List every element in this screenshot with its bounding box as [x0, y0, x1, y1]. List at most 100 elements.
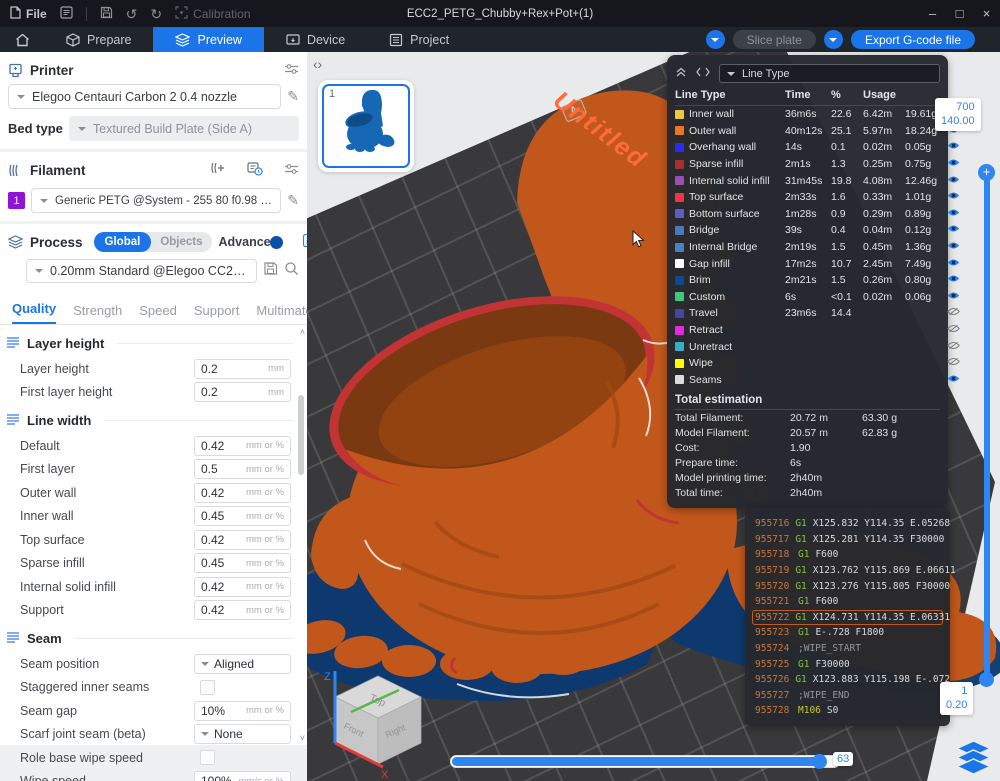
layer-slider-bottom-handle[interactable]: [979, 672, 994, 687]
param-tab-multimaterial[interactable]: Multimaterial: [256, 303, 307, 324]
process-preset-select[interactable]: 0.20mm Standard @Elegoo CC2 0.4 ...: [26, 259, 257, 283]
printer-select[interactable]: Elegoo Centauri Carbon 2 0.4 nozzle: [8, 84, 282, 109]
notes-icon[interactable]: [60, 5, 73, 22]
edit-filament-icon[interactable]: ✎: [287, 192, 299, 209]
scrollbar-thumb[interactable]: [298, 395, 304, 475]
parameter-table-icon[interactable]: [302, 233, 307, 251]
param-input[interactable]: 0.45 mm or %: [194, 553, 291, 574]
filament-select[interactable]: Generic PETG @System - 255 80 f0.98 MVS1…: [31, 188, 282, 213]
param-input[interactable]: 100% mm/s or %: [194, 771, 291, 781]
gcode-line[interactable]: 955722 G1 X124.731 Y114.35 E.06331: [752, 609, 950, 626]
search-presets-icon[interactable]: [284, 261, 299, 281]
visibility-on-icon[interactable]: [947, 141, 965, 153]
collapse-plate-list-icon[interactable]: ‹ ›: [313, 56, 322, 72]
tab-preview[interactable]: Preview: [153, 27, 264, 52]
gcode-line[interactable]: 955718 G1 F600: [752, 547, 943, 563]
visibility-on-icon[interactable]: [947, 374, 965, 386]
calibration-menu[interactable]: Calibration: [175, 5, 251, 22]
home-button[interactable]: [0, 27, 44, 52]
viewport-3d[interactable]: A Untitled ‹ › 1 Line Type Line Type Tim…: [307, 52, 1000, 781]
save-preset-icon[interactable]: [263, 261, 278, 281]
param-select[interactable]: Aligned: [194, 653, 291, 674]
layers-view-icon[interactable]: [955, 740, 992, 779]
bed-type-select[interactable]: Textured Build Plate (Side A): [68, 116, 299, 141]
gcode-line[interactable]: 955723 G1 E-.728 F1800: [752, 625, 943, 641]
gcode-line[interactable]: 955726 G1 X123.883 Y115.198 E-.072: [752, 672, 950, 688]
move-slider-handle[interactable]: [812, 754, 827, 769]
visibility-on-icon[interactable]: [947, 191, 965, 203]
edit-printer-icon[interactable]: ✎: [287, 88, 299, 105]
layer-slider-top-handle[interactable]: +: [978, 164, 995, 181]
param-select[interactable]: None: [194, 724, 291, 745]
visibility-on-icon[interactable]: [947, 241, 965, 253]
visibility-on-icon[interactable]: [947, 224, 965, 236]
export-options-chevron[interactable]: [823, 30, 843, 49]
maximize-button[interactable]: □: [946, 0, 973, 27]
view-mode-select[interactable]: Line Type: [719, 64, 940, 83]
slice-plate-button[interactable]: Slice plate: [732, 30, 816, 49]
collapse-panel-icon[interactable]: [675, 67, 687, 81]
sync-filament-icon[interactable]: [247, 161, 263, 179]
gcode-line[interactable]: 955728 M106 S0: [752, 703, 943, 719]
gcode-line[interactable]: 955724 ;WIPE_START: [752, 641, 943, 657]
navigation-cube[interactable]: Z X Top Front Right: [321, 666, 436, 781]
gcode-view-icon[interactable]: [696, 67, 710, 80]
tab-project[interactable]: Project: [367, 27, 471, 52]
param-checkbox[interactable]: [200, 679, 215, 695]
file-menu[interactable]: File: [10, 6, 47, 21]
param-tab-speed[interactable]: Speed: [139, 303, 177, 324]
param-input[interactable]: 0.5 mm or %: [194, 459, 291, 480]
param-input[interactable]: 0.2 mm: [194, 358, 291, 379]
save-icon[interactable]: [100, 6, 113, 22]
plate-thumbnail[interactable]: 1: [318, 80, 414, 172]
tab-device[interactable]: Device: [264, 27, 367, 52]
gcode-line[interactable]: 955725 G1 F30000: [752, 656, 943, 672]
scope-global[interactable]: Global: [93, 232, 152, 252]
visibility-on-icon[interactable]: [947, 158, 965, 170]
filament-slot-badge[interactable]: 1: [8, 192, 25, 209]
visibility-on-icon[interactable]: [947, 258, 965, 270]
param-input[interactable]: 0.42 mm or %: [194, 576, 291, 597]
gcode-line[interactable]: 955721 G1 F600: [752, 594, 943, 610]
gcode-line[interactable]: 955716 G1 X125.832 Y114.35 E.05268: [752, 516, 950, 532]
printer-settings-icon[interactable]: [284, 63, 299, 78]
slice-options-chevron[interactable]: [705, 30, 725, 49]
undo-icon[interactable]: ↺: [126, 7, 138, 21]
add-filament-icon[interactable]: [210, 162, 226, 178]
minimize-button[interactable]: –: [919, 0, 946, 27]
filament-settings-icon[interactable]: [284, 163, 299, 178]
param-tab-support[interactable]: Support: [194, 303, 240, 324]
visibility-off-icon[interactable]: [947, 341, 965, 353]
param-input[interactable]: 0.2 mm: [194, 382, 291, 403]
param-tab-quality[interactable]: Quality: [12, 301, 57, 324]
param-input[interactable]: 0.42 mm or %: [194, 435, 291, 456]
gcode-line[interactable]: 955717 G1 X125.281 Y114.35 F30000: [752, 532, 944, 548]
param-checkbox[interactable]: [200, 750, 215, 766]
param-input[interactable]: 0.42 mm or %: [194, 600, 291, 621]
scroll-down-icon[interactable]: ˅: [300, 733, 305, 743]
gcode-line[interactable]: 955727 ;WIPE_END: [752, 688, 943, 704]
visibility-on-icon[interactable]: [947, 274, 965, 286]
move-slider-track[interactable]: [450, 755, 840, 768]
param-input[interactable]: 10% mm or %: [194, 700, 291, 721]
gcode-line[interactable]: 955719 G1 X123.762 Y115.869 E.06611: [752, 563, 956, 579]
sidebar-scrollbar[interactable]: ˄ ˅: [296, 325, 306, 745]
param-input[interactable]: 0.42 mm or %: [194, 482, 291, 503]
visibility-on-icon[interactable]: [947, 291, 965, 303]
visibility-off-icon[interactable]: [947, 357, 965, 369]
visibility-on-icon[interactable]: [947, 175, 965, 187]
visibility-off-icon[interactable]: [947, 307, 965, 319]
layer-slider-track[interactable]: [984, 172, 990, 680]
tab-prepare[interactable]: Prepare: [44, 27, 153, 52]
gcode-line[interactable]: 955720 G1 X123.276 Y115.805 F30000: [752, 578, 950, 594]
param-tab-strength[interactable]: Strength: [73, 303, 122, 324]
scroll-up-icon[interactable]: ˄: [300, 327, 305, 337]
visibility-on-icon[interactable]: [947, 208, 965, 220]
export-gcode-button[interactable]: Export G-code file: [850, 30, 975, 49]
param-input[interactable]: 0.45 mm or %: [194, 506, 291, 527]
redo-icon[interactable]: ↻: [150, 7, 162, 21]
scope-objects[interactable]: Objects: [151, 236, 211, 248]
close-button[interactable]: ×: [973, 0, 1000, 27]
param-input[interactable]: 0.42 mm or %: [194, 529, 291, 550]
visibility-off-icon[interactable]: [947, 324, 965, 336]
